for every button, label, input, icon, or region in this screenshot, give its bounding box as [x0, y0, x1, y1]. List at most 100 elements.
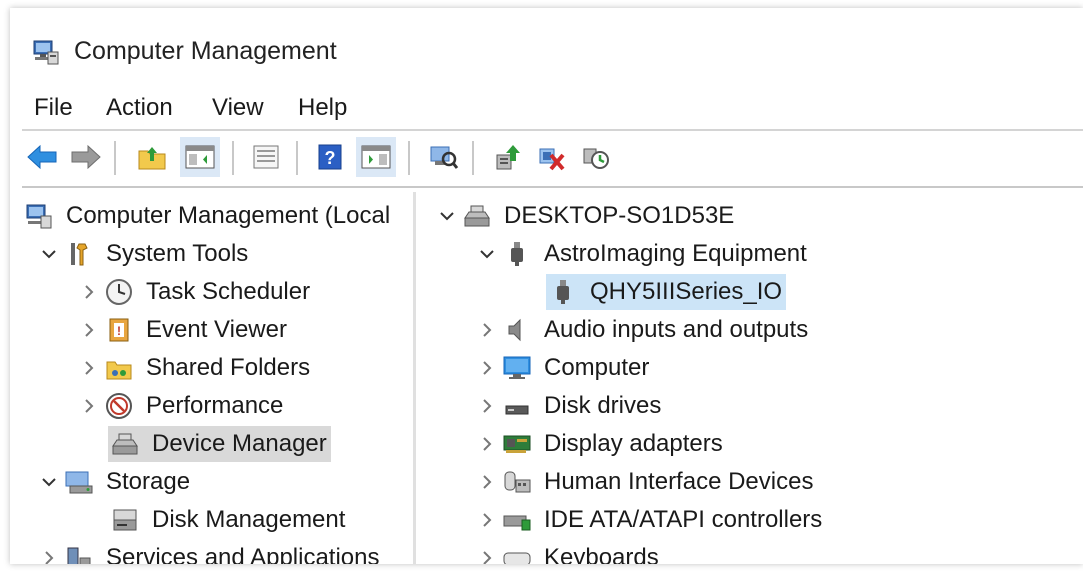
tree-item-ide-ata-atapi-controllers[interactable]: IDE ATA/ATAPI controllers	[474, 502, 826, 538]
display-adapter-icon	[500, 427, 534, 461]
menu-help[interactable]: Help	[294, 92, 351, 124]
pane-splitter[interactable]	[413, 192, 416, 564]
tree-item-label: Disk drives	[544, 392, 662, 419]
tree-item-computer-root[interactable]: DESKTOP-SO1D53E	[434, 198, 738, 234]
menu-view[interactable]: View	[208, 92, 268, 124]
menu-toolbar-divider	[22, 129, 1083, 131]
tree-item-astroimaging-equipment[interactable]: AstroImaging Equipment	[474, 236, 811, 272]
ide-controller-icon	[500, 503, 534, 537]
tree-item-qhy5iiiseries-io[interactable]: QHY5IIISeries_IO	[546, 274, 787, 310]
tree-item-label: Audio inputs and outputs	[544, 316, 809, 343]
disk-management-icon	[108, 503, 142, 537]
chevron-right-icon[interactable]	[76, 274, 102, 310]
tree-item-label: IDE ATA/ATAPI controllers	[544, 506, 823, 533]
menu-bar: File Action View Help	[10, 90, 1083, 126]
help-icon[interactable]: ?	[310, 137, 350, 177]
tree-item-computer[interactable]: Computer	[474, 350, 653, 386]
tree-item-shared-folders[interactable]: Shared Folders	[76, 350, 314, 386]
chevron-down-icon[interactable]	[36, 464, 62, 500]
services-icon	[62, 541, 96, 564]
chevron-right-icon[interactable]	[474, 350, 500, 386]
hid-icon	[500, 465, 534, 499]
svg-text:?: ?	[325, 148, 336, 168]
tree-item-task-scheduler[interactable]: Task Scheduler	[76, 274, 314, 310]
chevron-right-icon[interactable]	[474, 540, 500, 564]
chevron-right-icon[interactable]	[36, 540, 62, 564]
chevron-right-icon[interactable]	[474, 464, 500, 500]
tree-item-label: AstroImaging Equipment	[544, 240, 807, 267]
svg-text:!: !	[117, 324, 121, 338]
usb-device-icon	[546, 275, 580, 309]
toolbar-separator	[114, 141, 116, 175]
rollback-driver-icon[interactable]	[576, 137, 616, 177]
window-title: Computer Management	[74, 37, 337, 65]
tree-item-label: Shared Folders	[146, 354, 311, 381]
device-manager-icon	[460, 199, 494, 233]
toolbar-separator	[408, 141, 410, 175]
uninstall-device-icon[interactable]	[532, 137, 572, 177]
tree-item-storage[interactable]: Storage	[36, 464, 194, 500]
device-manager-icon	[108, 427, 142, 461]
tree-item-disk-management[interactable]: Disk Management	[108, 502, 349, 538]
tree-item-computer-management[interactable]: Computer Management (Local	[22, 198, 394, 234]
back-icon[interactable]	[22, 137, 62, 177]
forward-icon[interactable]	[66, 137, 106, 177]
tree-item-label: Computer Management (Local	[66, 202, 391, 229]
chevron-right-icon[interactable]	[474, 388, 500, 424]
show-hide-action-pane-icon[interactable]	[356, 137, 396, 177]
shared-folder-icon	[102, 351, 136, 385]
chevron-right-icon[interactable]	[76, 388, 102, 424]
tree-item-keyboards[interactable]: Keyboards	[474, 540, 663, 564]
console-tree: Computer Management (Local System Tools …	[22, 192, 412, 564]
tree-item-label: Computer	[544, 354, 650, 381]
computer-management-window: Computer Management File Action View Hel…	[10, 8, 1083, 564]
chevron-right-icon[interactable]	[474, 426, 500, 462]
tree-item-display-adapters[interactable]: Display adapters	[474, 426, 727, 462]
tree-item-label: DESKTOP-SO1D53E	[504, 202, 735, 229]
menu-file[interactable]: File	[30, 92, 77, 124]
chevron-down-icon[interactable]	[36, 236, 62, 272]
chevron-right-icon[interactable]	[76, 312, 102, 348]
chevron-down-icon[interactable]	[474, 236, 500, 272]
menu-action[interactable]: Action	[102, 92, 177, 124]
tools-icon	[62, 237, 96, 271]
tree-item-label: Storage	[106, 468, 191, 495]
tree-item-label: Keyboards	[544, 544, 659, 564]
speaker-icon	[500, 313, 534, 347]
title-bar: Computer Management	[10, 8, 1083, 86]
toolbar: ?	[10, 133, 1083, 183]
show-hide-console-tree-icon[interactable]	[180, 137, 220, 177]
up-folder-icon[interactable]	[132, 137, 172, 177]
computer-management-icon	[22, 199, 56, 233]
chevron-right-icon[interactable]	[76, 350, 102, 386]
toolbar-separator	[472, 141, 474, 175]
tree-item-performance[interactable]: Performance	[76, 388, 287, 424]
disk-drive-icon	[500, 389, 534, 423]
tree-item-event-viewer[interactable]: ! Event Viewer	[76, 312, 291, 348]
tree-item-label: QHY5IIISeries_IO	[590, 278, 783, 305]
toolbar-separator	[232, 141, 234, 175]
tree-item-services-and-applications[interactable]: Services and Applications	[36, 540, 384, 564]
device-tree: DESKTOP-SO1D53E AstroImaging Equipment Q…	[420, 192, 1083, 564]
pane-divider	[22, 186, 1083, 188]
tree-item-device-manager[interactable]: Device Manager	[108, 426, 331, 462]
tree-item-label: Device Manager	[152, 430, 327, 457]
event-viewer-icon: !	[102, 313, 136, 347]
tree-item-human-interface-devices[interactable]: Human Interface Devices	[474, 464, 817, 500]
tree-item-audio-inputs-outputs[interactable]: Audio inputs and outputs	[474, 312, 812, 348]
tree-item-label: System Tools	[106, 240, 249, 267]
tree-item-label: Services and Applications	[106, 544, 380, 564]
computer-management-app-icon	[32, 38, 60, 66]
update-driver-icon[interactable]	[488, 137, 528, 177]
keyboard-icon	[500, 541, 534, 564]
chevron-right-icon[interactable]	[474, 502, 500, 538]
tree-item-label: Performance	[146, 392, 284, 419]
chevron-right-icon[interactable]	[474, 312, 500, 348]
export-list-icon[interactable]	[246, 137, 286, 177]
tree-item-system-tools[interactable]: System Tools	[36, 236, 252, 272]
tree-item-label: Display adapters	[544, 430, 723, 457]
tree-item-label: Disk Management	[152, 506, 346, 533]
chevron-down-icon[interactable]	[434, 198, 460, 234]
scan-hardware-icon[interactable]	[424, 137, 464, 177]
tree-item-disk-drives[interactable]: Disk drives	[474, 388, 665, 424]
